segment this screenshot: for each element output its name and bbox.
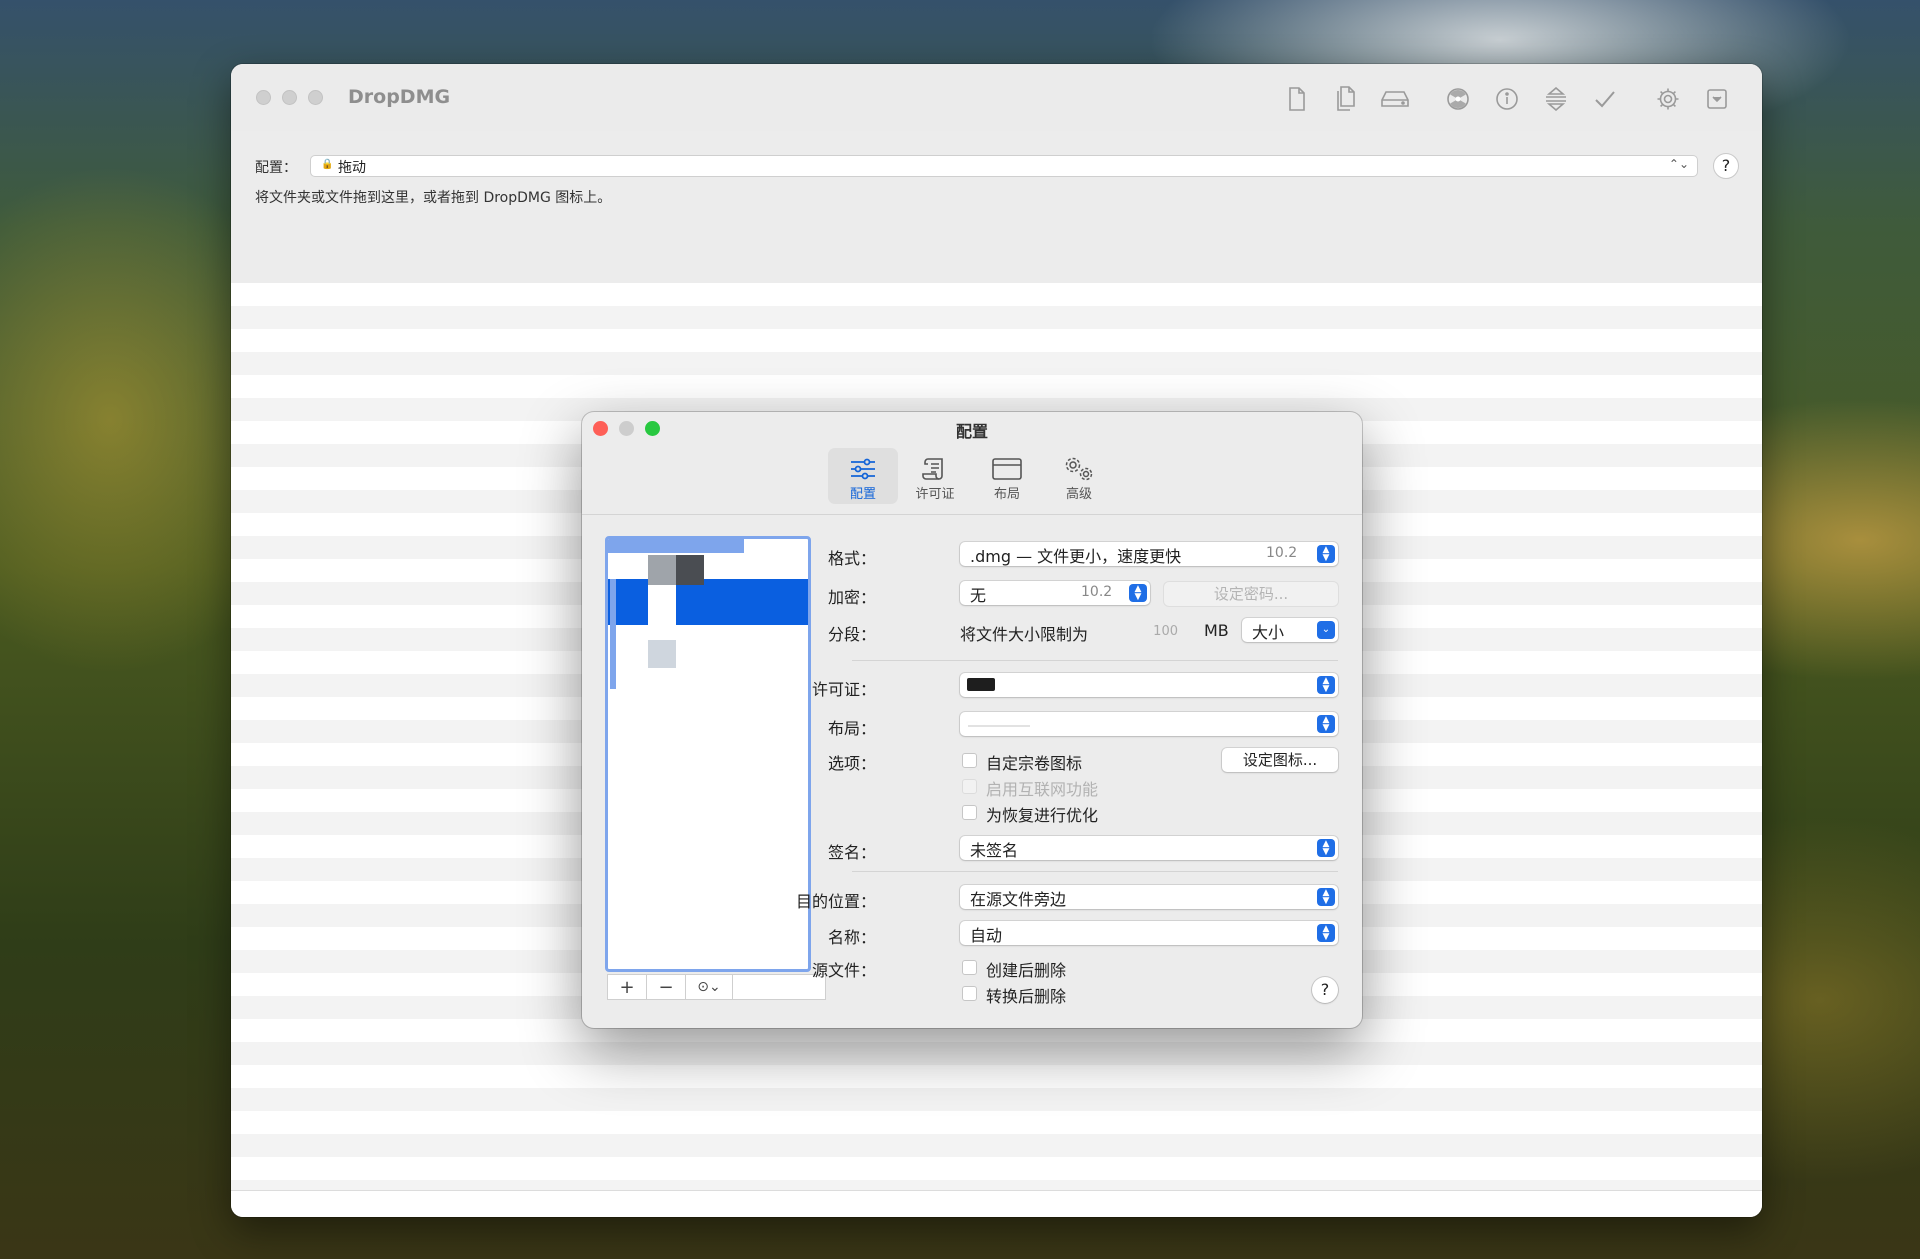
delete-after-create-checkbox[interactable]	[962, 960, 977, 975]
layout-placeholder	[968, 725, 1030, 727]
delete-after-convert-label: 转换后删除	[986, 987, 1067, 1006]
config-bar: 配置： 🔒 拖动 ⌃⌄ ? 将文件夹或文件拖到这里，或者拖到 DropDMG 图…	[231, 131, 1762, 283]
internet-enable-label: 启用互联网功能	[986, 780, 1099, 799]
stepper-icon: ▲ ▼	[1317, 676, 1335, 694]
add-config-button[interactable]: +	[608, 975, 647, 999]
signing-value: 未签名	[970, 841, 1019, 860]
destination-value: 在源文件旁边	[970, 890, 1067, 909]
scroll-icon	[922, 455, 948, 483]
tab-config-label: 配置	[849, 487, 876, 502]
stepper-icon: ▲ ▼	[1317, 715, 1335, 733]
encryption-popup[interactable]: 无 10.2 ▲ ▼	[960, 581, 1150, 605]
signing-popup[interactable]: 未签名 ▲ ▼	[960, 836, 1338, 860]
more-actions-button[interactable]: ⊙⌄	[686, 975, 733, 999]
name-value: 自动	[970, 926, 1003, 945]
chevron-down-icon: ⌄	[1317, 621, 1335, 639]
dropdown-box-icon[interactable]	[1702, 84, 1732, 114]
options-label: 选项：	[827, 754, 876, 773]
config-select-value: 拖动	[338, 160, 366, 176]
layout-label: 布局：	[827, 719, 876, 738]
verify-check-icon[interactable]	[1590, 84, 1620, 114]
window-footer	[231, 1190, 1762, 1217]
segment-size-field[interactable]: 100	[1122, 624, 1178, 644]
segment-value: 将文件大小限制为	[960, 625, 1089, 644]
toolbar	[1263, 84, 1732, 114]
select-arrows-icon: ⌃⌄	[1668, 157, 1689, 171]
remove-config-button[interactable]: −	[647, 975, 686, 999]
tab-license[interactable]: 许可证	[900, 448, 970, 504]
set-icon-button[interactable]: 设定图标...	[1222, 748, 1338, 772]
config-label: 配置：	[255, 160, 297, 176]
tab-advanced[interactable]: 高级	[1044, 448, 1114, 504]
compress-icon[interactable]	[1541, 84, 1571, 114]
section-separator	[852, 660, 1338, 661]
drive-icon[interactable]	[1380, 84, 1410, 114]
optimize-restore-checkbox[interactable]	[962, 805, 977, 820]
tab-license-label: 许可证	[915, 487, 955, 502]
burn-icon[interactable]	[1443, 84, 1473, 114]
custom-volume-icon-checkbox[interactable]	[962, 753, 977, 768]
layout-popup[interactable]: ▲ ▼	[960, 712, 1338, 736]
tab-config[interactable]: 配置	[828, 448, 898, 504]
segment-unit: MB	[1204, 621, 1229, 640]
stepper-icon: ▲ ▼	[1317, 924, 1335, 942]
encryption-label: 加密：	[827, 588, 876, 607]
destination-popup[interactable]: 在源文件旁边 ▲ ▼	[960, 885, 1338, 909]
copy-documents-icon[interactable]	[1331, 84, 1361, 114]
segment-mode-value: 大小	[1252, 623, 1285, 642]
dialog-tabs: 配置 许可证 布局 高级	[828, 448, 1114, 504]
section-separator	[852, 871, 1338, 872]
close-button[interactable]	[256, 90, 271, 105]
tab-layout-label: 布局	[993, 487, 1020, 502]
dialog-title: 配置	[955, 422, 988, 441]
stepper-icon: ▲ ▼	[1317, 545, 1335, 563]
config-select[interactable]: 🔒 拖动 ⌃⌄	[310, 155, 1698, 177]
lock-icon: 🔒	[321, 159, 334, 170]
destination-label: 目的位置：	[795, 892, 876, 911]
new-document-icon[interactable]	[1282, 84, 1312, 114]
zoom-button[interactable]	[308, 90, 323, 105]
license-label: 许可证：	[811, 680, 876, 699]
window-layout-icon	[992, 455, 1022, 483]
name-popup[interactable]: 自动 ▲ ▼	[960, 921, 1338, 945]
window-title: DropDMG	[348, 86, 451, 108]
tab-layout[interactable]: 布局	[972, 448, 1042, 504]
gears-icon	[1062, 455, 1096, 483]
set-password-button[interactable]: 设定密码...	[1164, 582, 1338, 606]
format-value: .dmg — 文件更小，速度更快	[970, 547, 1182, 566]
help-button[interactable]: ?	[1713, 153, 1739, 179]
stepper-icon: ▲ ▼	[1317, 839, 1335, 857]
encryption-value: 无	[970, 586, 987, 605]
stepper-icon: ▲ ▼	[1129, 584, 1147, 602]
segment-mode-popup[interactable]: 大小 ⌄	[1242, 618, 1338, 642]
delete-after-create-label: 创建后删除	[986, 961, 1067, 980]
window-controls	[256, 90, 323, 105]
signing-label: 签名：	[827, 843, 876, 862]
license-popup[interactable]: ▲ ▼	[960, 673, 1338, 697]
delete-after-convert-checkbox[interactable]	[962, 986, 977, 1001]
optimize-restore-label: 为恢复进行优化	[986, 806, 1099, 825]
internet-enable-checkbox[interactable]	[962, 779, 977, 794]
custom-volume-icon-label: 自定宗卷图标	[986, 754, 1083, 773]
encryption-version: 10.2	[1081, 584, 1113, 600]
sliders-icon	[849, 455, 877, 483]
title-bar: DropDMG	[231, 64, 1762, 132]
minimize-button[interactable]	[282, 90, 297, 105]
format-popup[interactable]: .dmg — 文件更小，速度更快 10.2 ▲ ▼	[960, 542, 1338, 566]
license-swatch	[967, 678, 995, 691]
toolbar-separator	[582, 514, 1362, 515]
format-version: 10.2	[1266, 545, 1298, 561]
info-icon[interactable]	[1492, 84, 1522, 114]
drop-hint: 将文件夹或文件拖到这里，或者拖到 DropDMG 图标上。	[255, 190, 612, 206]
source-label: 源文件：	[811, 961, 876, 980]
gear-icon[interactable]	[1653, 84, 1683, 114]
config-dialog: 配置 配置 许可证 布局 高级 + − ⊙⌄ 格式： .dmg — 文件更小，速…	[582, 412, 1362, 1028]
name-label: 名称：	[827, 928, 876, 947]
stepper-icon: ▲ ▼	[1317, 888, 1335, 906]
tab-advanced-label: 高级	[1065, 487, 1092, 502]
format-label: 格式：	[827, 549, 876, 568]
dialog-help-button[interactable]: ?	[1312, 977, 1338, 1003]
segment-label: 分段：	[827, 625, 876, 644]
